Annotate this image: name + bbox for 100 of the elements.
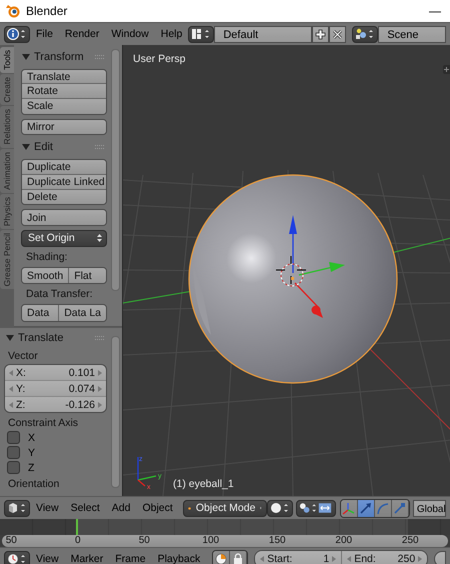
3d-cursor-icon (276, 256, 306, 286)
panel-title[interactable]: Transform (34, 50, 84, 63)
tool-button[interactable]: Data (22, 305, 58, 321)
orientation-dropdown[interactable]: Global (412, 500, 446, 516)
ruler-label: 150 (268, 535, 287, 547)
left-arrow-icon[interactable] (9, 402, 13, 408)
right-arrow-icon[interactable] (98, 402, 102, 408)
field-label: X: (16, 366, 26, 378)
pivot-dropdown[interactable] (296, 500, 336, 516)
left-arrow-icon[interactable] (9, 386, 13, 392)
number-field[interactable]: Y: 0.074 (5, 381, 106, 397)
right-arrow-icon[interactable] (98, 370, 102, 376)
layout-selector-button[interactable] (188, 26, 214, 42)
manipulator-toggle[interactable] (340, 500, 358, 516)
scene-icon (355, 28, 376, 40)
scene-selector-button[interactable] (352, 26, 378, 42)
sphere-icon (270, 502, 290, 514)
vertical-tab[interactable]: Tools (0, 47, 14, 73)
menu-item[interactable]: Select (64, 502, 106, 514)
panel-title[interactable]: Translate (18, 332, 64, 344)
menu-item[interactable]: View (30, 502, 65, 514)
field-value: 0.101 (68, 366, 95, 378)
menu-item[interactable]: Frame (109, 553, 152, 564)
left-arrow-icon[interactable] (9, 370, 13, 376)
field-label: Z: (16, 398, 26, 410)
menu-item[interactable]: Window (105, 28, 155, 40)
lock-button[interactable] (230, 550, 248, 564)
tool-button[interactable]: Duplicate (22, 160, 106, 175)
section-label: Data Transfer: (25, 288, 94, 300)
editor-type-button[interactable] (4, 550, 30, 564)
layout-icon (191, 28, 212, 40)
tool-button[interactable]: Translate (22, 70, 106, 84)
transform-gizmo-drawing[interactable] (289, 215, 345, 318)
collapse-triangle-icon[interactable] (22, 144, 30, 150)
minimize-button[interactable]: — (426, 4, 444, 18)
clock-icon (7, 553, 27, 564)
lock-icon (233, 553, 244, 564)
info-icon (7, 28, 27, 40)
shading-dropdown[interactable] (266, 500, 293, 516)
axes-icon (342, 502, 356, 514)
mode-dropdown[interactable]: Object Mode (182, 500, 267, 516)
menu-item[interactable]: Object (136, 502, 179, 514)
collapse-triangle-icon[interactable] (22, 54, 30, 60)
plus-icon (315, 28, 326, 40)
tool-button[interactable]: Smooth (22, 268, 68, 284)
add-layout-button[interactable] (312, 26, 330, 42)
menu-item[interactable]: File (30, 28, 59, 40)
plus-icon (444, 67, 449, 72)
scene-name-field[interactable]: Scene (378, 26, 446, 42)
menu-item[interactable]: Add (106, 502, 136, 514)
window-title: Blender (26, 4, 68, 18)
dropdown-button[interactable]: Set Origin (21, 230, 107, 247)
menu-item[interactable]: Playback (152, 553, 206, 564)
editor-type-button[interactable] (4, 500, 30, 516)
ruler-label: 50 (138, 535, 151, 547)
frame-field[interactable] (434, 551, 446, 564)
field-value: 0.074 (68, 382, 95, 394)
tool-button[interactable]: Data La (58, 305, 106, 321)
pivot-icon (298, 502, 333, 514)
panel-title[interactable]: Edit (34, 141, 53, 154)
scrollbar[interactable] (111, 49, 120, 291)
tool-button[interactable]: Join (22, 210, 106, 225)
tool-button[interactable]: Delete (22, 190, 106, 204)
view-name: User Persp (133, 53, 186, 65)
manipulator-toggle[interactable] (374, 500, 392, 516)
menu-item[interactable]: Help (154, 28, 188, 40)
scrollbar[interactable] (111, 336, 120, 488)
timeline[interactable]: 50 0 50 100 150 200 250 (0, 519, 450, 547)
menu-item[interactable]: Marker (64, 553, 110, 564)
menu-item[interactable]: Render (58, 28, 106, 40)
checkbox-label: Z (28, 462, 34, 474)
manipulator-toggle[interactable] (358, 500, 375, 516)
auto-key-button[interactable] (213, 550, 230, 564)
frame-ruler[interactable]: 50 0 50 100 150 200 250 (2, 535, 448, 547)
ruler-label: 200 (334, 535, 354, 547)
properties-toggle-button[interactable] (443, 65, 450, 74)
tool-button[interactable]: Flat (68, 268, 106, 284)
number-field[interactable]: X: 0.101 (5, 365, 106, 381)
menu-item[interactable]: View (30, 553, 65, 564)
tool-button[interactable]: Scale (22, 99, 106, 114)
cube-icon (7, 502, 27, 514)
scale-handle-icon (393, 502, 406, 514)
collapse-triangle-icon[interactable] (6, 335, 14, 341)
tool-button[interactable]: Rotate (22, 84, 106, 100)
checkbox[interactable] (7, 461, 20, 474)
editor-type-button[interactable] (4, 26, 30, 42)
right-arrow-icon[interactable] (98, 386, 102, 392)
number-field[interactable]: Z: -0.126 (5, 397, 106, 412)
sphere-drawing[interactable] (188, 174, 398, 384)
checkbox-label: Y (28, 446, 36, 458)
tool-button[interactable]: Duplicate Linked (22, 174, 106, 190)
manipulator-toggle[interactable] (392, 500, 409, 516)
checkbox-label: X (28, 432, 36, 444)
checkbox[interactable] (7, 446, 20, 459)
checkbox[interactable] (7, 431, 20, 444)
tool-button[interactable]: Mirror (22, 120, 106, 134)
delete-layout-button[interactable] (329, 26, 346, 42)
field-label: Y: (16, 382, 26, 394)
layout-name-field[interactable]: Default (214, 26, 312, 42)
arc-icon (376, 502, 390, 514)
